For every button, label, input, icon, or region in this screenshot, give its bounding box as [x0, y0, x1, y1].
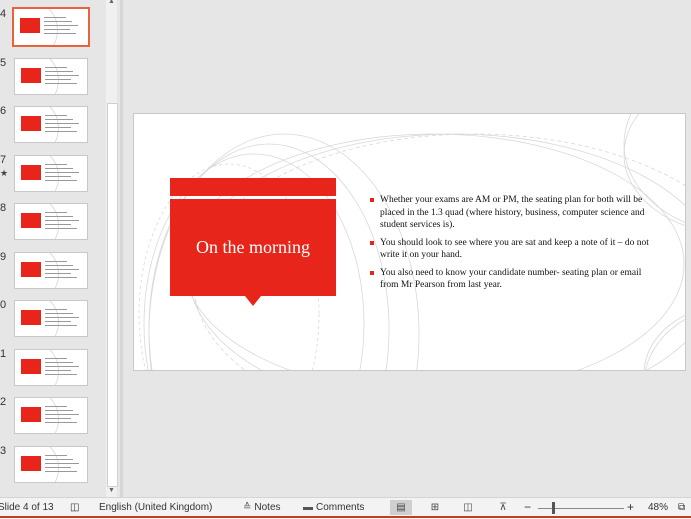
slide-thumbnail[interactable] — [14, 445, 88, 483]
normal-view-icon: ▤ — [396, 502, 406, 513]
title-callout-pointer — [245, 296, 261, 306]
zoom-slider-handle[interactable] — [552, 502, 555, 514]
thumbnail-title-block — [21, 116, 41, 131]
slide-number: 3 — [0, 444, 7, 457]
slide-indicator[interactable]: Slide 4 of 13 — [0, 502, 54, 513]
thumbnail-text-lines — [45, 212, 81, 232]
slide-thumbnail[interactable] — [14, 106, 88, 143]
spellcheck-icon[interactable]: ◫ — [70, 502, 79, 513]
thumbnail-text-lines — [45, 163, 81, 184]
comments-label: Comments — [316, 502, 365, 513]
slide-thumbnail[interactable] — [14, 57, 88, 95]
slide-number: 9 — [0, 250, 7, 263]
comment-icon: ▬ — [303, 502, 313, 513]
slide-thumbnail-row[interactable]: 2 — [0, 396, 105, 442]
slide-thumbnail-row[interactable]: 8 — [0, 202, 105, 248]
thumbnail-pane[interactable]: 4 5 6 7 ★ 8 9 0 1 2 3 — [0, 0, 105, 497]
slide-thumbnail-row[interactable]: 5 — [0, 57, 105, 103]
slideshow-icon: ⊼ — [499, 502, 507, 513]
slide-thumbnail[interactable] — [14, 397, 88, 434]
thumbnail-title-block — [21, 261, 41, 277]
slide-thumbnail-row[interactable]: 0 — [0, 299, 105, 345]
zoom-in-button[interactable]: + — [627, 500, 634, 514]
slide-number: 5 — [0, 56, 7, 69]
title-placeholder[interactable]: On the morning — [170, 199, 336, 296]
scrollbar-thumb[interactable] — [107, 103, 118, 487]
reading-view-icon: ◫ — [463, 502, 473, 513]
thumbnail-title-block — [21, 407, 41, 422]
thumbnail-text-lines — [45, 66, 81, 87]
slide-thumbnail-row[interactable]: 9 — [0, 251, 105, 297]
slide-thumbnail[interactable] — [12, 7, 90, 47]
notes-icon: ≙ — [243, 502, 252, 513]
slide-sorter-icon: ⊞ — [430, 502, 440, 513]
slide-thumbnail-row[interactable]: 4 — [0, 7, 105, 54]
thumbnail-scrollbar[interactable]: ▲ ▼ — [106, 0, 118, 497]
thumbnail-title-block — [21, 213, 41, 228]
notes-button[interactable]: ≙ Notes — [243, 502, 281, 513]
notes-label: Notes — [254, 502, 281, 513]
bullet-item: Whether your exams are AM or PM, the sea… — [369, 194, 649, 232]
thumbnail-title-block — [21, 455, 41, 471]
thumbnail-text-lines — [45, 357, 81, 378]
slide-thumbnail-row[interactable]: 1 — [0, 348, 105, 394]
slide-number: 2 — [0, 396, 7, 408]
slide-number: 1 — [0, 347, 7, 360]
slide-thumbnail-row[interactable]: 6 — [0, 105, 105, 151]
slide-thumbnail-row[interactable]: 7 ★ — [0, 154, 105, 200]
zoom-slider[interactable] — [538, 508, 624, 509]
thumbnail-text-lines — [45, 260, 81, 281]
normal-view-button[interactable]: ▤ — [390, 500, 412, 515]
slideshow-button[interactable]: ⊼ — [492, 500, 514, 515]
thumbnail-text-lines — [45, 454, 81, 475]
reading-view-button[interactable]: ◫ — [457, 500, 479, 515]
thumbnail-text-lines — [44, 17, 80, 37]
slide-title: On the morning — [196, 237, 310, 257]
thumbnail-text-lines — [45, 309, 81, 329]
bullet-item: You should look to see where you are sat… — [369, 237, 649, 262]
thumbnail-title-block — [20, 18, 40, 33]
thumbnail-title-block — [21, 164, 41, 180]
slide-thumbnail[interactable] — [14, 348, 88, 386]
zoom-level[interactable]: 48% — [648, 502, 668, 513]
scroll-up-icon[interactable]: ▲ — [108, 0, 115, 5]
thumbnail-text-lines — [45, 406, 81, 426]
thumbnail-title-block — [21, 310, 41, 325]
zoom-out-button[interactable]: − — [524, 500, 531, 514]
thumbnail-title-block — [21, 67, 41, 83]
scroll-down-icon[interactable]: ▼ — [108, 487, 115, 494]
bullet-item: You also need to know your candidate num… — [369, 267, 649, 292]
slide-number: 8 — [0, 202, 7, 214]
slide-thumbnail[interactable] — [14, 251, 88, 289]
slide-thumbnail[interactable] — [14, 154, 88, 192]
title-accent-bar — [170, 178, 336, 196]
slide-thumbnail[interactable] — [14, 203, 88, 240]
thumbnail-text-lines — [45, 115, 81, 135]
fit-to-window-icon[interactable]: ⧉ — [678, 502, 685, 513]
slide-number: 0 — [0, 299, 7, 311]
slide-number: 6 — [0, 105, 7, 117]
current-slide[interactable]: On the morning Whether your exams are AM… — [133, 113, 686, 371]
animation-star-icon: ★ — [0, 167, 9, 178]
language-indicator[interactable]: English (United Kingdom) — [99, 502, 212, 513]
slide-thumbnail-row[interactable]: 3 — [0, 445, 105, 491]
slide-number: 4 — [0, 8, 7, 20]
slide-thumbnail[interactable] — [14, 300, 88, 337]
comments-button[interactable]: ▬ Comments — [303, 502, 364, 513]
slide-number: 7 — [0, 153, 7, 166]
slide-sorter-button[interactable]: ⊞ — [424, 500, 446, 515]
content-placeholder[interactable]: Whether your exams are AM or PM, the sea… — [369, 194, 649, 297]
thumbnail-title-block — [21, 358, 41, 374]
